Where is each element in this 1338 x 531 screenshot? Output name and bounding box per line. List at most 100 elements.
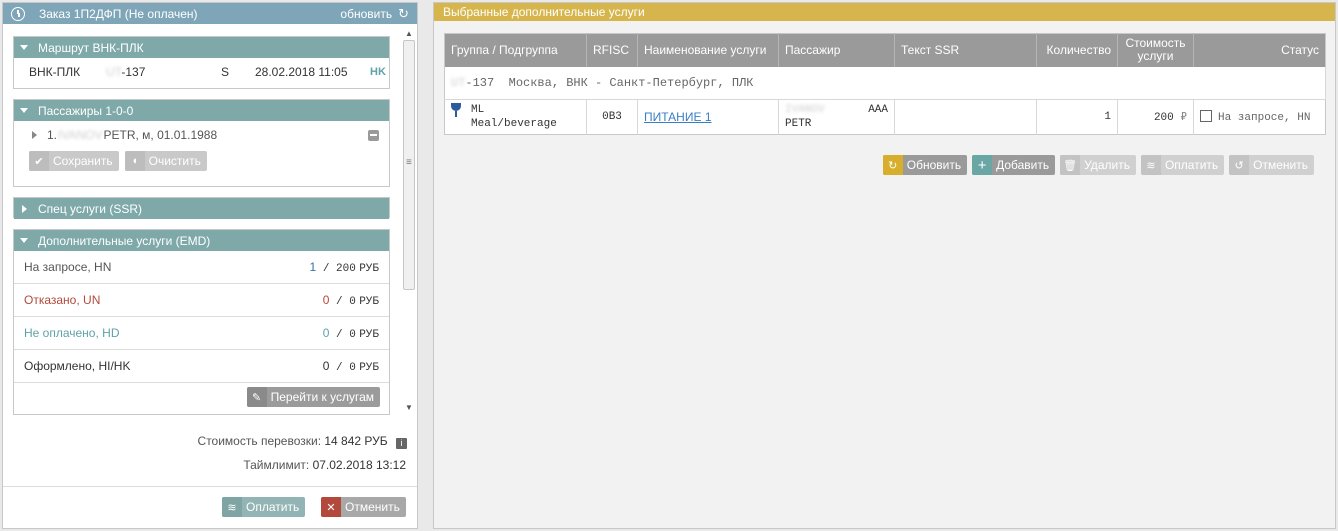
emd-section: Дополнительные услуги (EMD) На запросе, …	[13, 229, 390, 415]
eraser-icon: ◖	[124, 151, 145, 171]
service-name-cell: ПИТАНИЕ 1	[637, 99, 779, 135]
status-cell: На запросе, HN	[1194, 100, 1326, 135]
services-table: Группа / Подгруппа RFISC Наименование услу…	[444, 33, 1326, 135]
segment-cell: UT-137 Москва, ВНК - Санкт-Петербург, ПЛ…	[444, 66, 1326, 100]
column-header[interactable]: Стоимость услуги	[1117, 33, 1194, 67]
emd-status-value: 1 / 200 РУБ	[309, 259, 379, 275]
passengers-section-header[interactable]: Пассажиры 1-0-0	[14, 100, 389, 121]
emd-status-row: Отказано, UN 0 / 0 РУБ	[14, 284, 389, 317]
subgroup-name: Meal/beverage	[471, 118, 557, 130]
quantity-cell: 1	[1036, 99, 1118, 135]
services-actions: ↻ Обновить + Добавить 🗑 Удалить ≋ Оплати…	[882, 155, 1314, 175]
close-icon: ✕	[321, 497, 341, 517]
route-header-label: Маршрут ВНК-ПЛК	[38, 40, 144, 55]
route-segment: ВНК-ПЛК	[29, 65, 81, 79]
goto-services-button[interactable]: ✎ Перейти к услугам	[246, 387, 380, 407]
emd-status-value: 0 / 0 РУБ	[322, 358, 379, 374]
column-header[interactable]: Группа / Подгруппа	[444, 33, 587, 67]
expand-icon	[22, 204, 27, 213]
group-cell: ML Meal/beverage	[444, 99, 587, 135]
remove-passenger-icon[interactable]	[368, 129, 379, 141]
service-name-link[interactable]: ПИТАНИЕ 1	[644, 110, 712, 124]
clock-icon	[11, 6, 25, 21]
passenger-actions: ✔ Сохранить ◖ Очистить	[14, 149, 389, 171]
pencil-icon: ✎	[246, 387, 267, 407]
collapse-icon	[20, 108, 28, 113]
info-icon[interactable]: i	[396, 438, 407, 449]
scroll-thumb[interactable]	[403, 40, 415, 290]
collapse-icon	[20, 45, 28, 50]
scroll-down-icon[interactable]: ▼	[403, 402, 415, 414]
refresh-services-button[interactable]: ↻ Обновить	[882, 155, 968, 175]
table-header-row: Группа / Подгруппа RFISC Наименование услу…	[444, 33, 1326, 67]
order-panel: Заказ 1П2ДФП (Не оплачен) обновить ↻ Мар…	[2, 2, 418, 529]
refresh-link[interactable]: обновить ↻	[340, 6, 409, 22]
coins-icon: ≋	[1140, 155, 1161, 175]
column-header[interactable]: Количество	[1036, 33, 1118, 67]
passenger-cell: IVANOV AAA PETR	[778, 99, 895, 135]
clear-button[interactable]: ◖ Очистить	[124, 151, 207, 171]
emd-section-header[interactable]: Дополнительные услуги (EMD)	[14, 230, 389, 251]
timelimit-value: 07.02.2018 13:12	[312, 458, 406, 472]
column-header[interactable]: RFISC	[586, 33, 638, 67]
scroll-up-icon[interactable]: ▲	[403, 28, 415, 40]
rfisc-cell: 0B3	[586, 99, 638, 135]
ssr-section: Спец услуги (SSR)	[13, 197, 390, 219]
order-header: Заказ 1П2ДФП (Не оплачен) обновить ↻	[3, 3, 417, 24]
plus-icon: +	[972, 155, 993, 175]
route-section: Маршрут ВНК-ПЛК ВНК-ПЛК UT-137 S 28.02.2…	[13, 36, 390, 89]
column-header[interactable]: Статус	[1193, 33, 1326, 67]
column-header[interactable]: Текст SSR	[894, 33, 1037, 67]
order-footer: ≋ Оплатить ✕ Отменить	[3, 486, 417, 528]
emd-list: На запросе, HN 1 / 200 РУБ Отказано, UN 0 /…	[14, 251, 389, 383]
ssr-text-cell	[894, 99, 1037, 135]
refresh-label: обновить	[340, 6, 393, 21]
add-service-button[interactable]: + Добавить	[972, 155, 1056, 175]
route-row: ВНК-ПЛК UT-137 S 28.02.2018 11:05 HK	[14, 58, 389, 86]
save-button[interactable]: ✔ Сохранить	[29, 151, 119, 171]
column-header[interactable]: Наименование услуги	[637, 33, 779, 67]
order-scroll-area: Маршрут ВНК-ПЛК ВНК-ПЛК UT-137 S 28.02.2…	[3, 24, 417, 418]
pay-order-button[interactable]: ≋ Оплатить	[222, 497, 306, 517]
passenger-item[interactable]: 1. IVANOV PETR, м, 01.01.1988	[14, 121, 389, 149]
ssr-section-header[interactable]: Спец услуги (SSR)	[14, 198, 389, 219]
trash-icon: 🗑	[1060, 155, 1081, 175]
status-text: На запросе, HN	[1218, 112, 1311, 124]
passenger-surname: IVANOV	[58, 128, 103, 142]
check-icon: ✔	[29, 151, 49, 171]
cup-icon	[451, 103, 461, 117]
cancel-services-button[interactable]: ↺ Отменить	[1229, 155, 1314, 175]
pay-services-button[interactable]: ≋ Оплатить	[1140, 155, 1225, 175]
passengers-header-label: Пассажиры 1-0-0	[38, 103, 134, 118]
emd-status-row: Оформлено, HI/HK 0 / 0 РУБ	[14, 350, 389, 383]
services-panel: Выбранные дополнительные услуги Группа /…	[433, 2, 1336, 529]
emd-status-label: На запросе, HN	[24, 260, 112, 274]
emd-status-row: На запросе, HN 1 / 200 РУБ	[14, 251, 389, 284]
route-section-header[interactable]: Маршрут ВНК-ПЛК	[14, 37, 389, 58]
emd-status-label: Отказано, UN	[24, 293, 101, 307]
delete-service-button[interactable]: 🗑 Удалить	[1060, 155, 1136, 175]
emd-status-value: 0 / 0 РУБ	[322, 325, 379, 341]
expand-icon[interactable]	[32, 131, 37, 139]
refresh-icon: ↻	[882, 155, 903, 175]
left-scrollbar[interactable]: ▲ ▼	[403, 28, 415, 414]
passenger-number: 1.	[47, 128, 58, 142]
segment-row: UT-137 Москва, ВНК - Санкт-Петербург, ПЛ…	[444, 66, 1326, 100]
emd-status-label: Не оплачено, HD	[24, 326, 120, 340]
emd-status-value: 0 / 0 РУБ	[322, 292, 379, 308]
row-select-checkbox[interactable]	[1200, 110, 1212, 122]
cancel-order-button[interactable]: ✕ Отменить	[321, 497, 406, 517]
route-datetime: 28.02.2018 11:05	[255, 65, 348, 79]
group-code: ML	[471, 104, 485, 116]
emd-actions: ✎ Перейти к услугам	[14, 383, 389, 407]
ssr-header-label: Спец услуги (SSR)	[38, 201, 142, 216]
collapse-icon	[20, 238, 28, 243]
emd-header-label: Дополнительные услуги (EMD)	[38, 233, 211, 248]
order-title: Заказ 1П2ДФП (Не оплачен)	[39, 6, 198, 21]
column-header[interactable]: Пассажир	[778, 33, 895, 67]
price-cell: 200 ₽	[1117, 99, 1194, 135]
coins-icon: ≋	[222, 497, 242, 517]
route-class: S	[221, 65, 230, 79]
refresh-icon: ↻	[398, 5, 409, 21]
undo-icon: ↺	[1229, 155, 1250, 175]
